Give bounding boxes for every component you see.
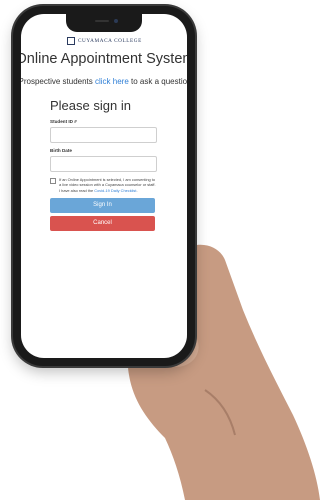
birth-date-input[interactable] [50, 156, 157, 172]
page-title: Online Appointment System [21, 51, 187, 67]
consent-checkbox[interactable] [50, 178, 56, 184]
phone-frame: CUYAMACA COLLEGE Online Appointment Syst… [13, 6, 195, 366]
covid-checklist-link[interactable]: Covid-19 Daily Checklist [94, 188, 136, 193]
student-id-label: Student ID # [50, 119, 77, 124]
student-id-input[interactable] [50, 127, 157, 143]
logo-text: CUYAMACA COLLEGE [78, 38, 142, 44]
form-heading: Please sign in [50, 98, 131, 113]
phone-screen: CUYAMACA COLLEGE Online Appointment Syst… [21, 14, 187, 358]
consent-text: If an Online Appointment is selected, I … [59, 177, 157, 193]
subtitle-prefix: Prospective students [21, 77, 95, 86]
cancel-button[interactable]: Cancel [50, 215, 155, 231]
birth-date-label: Birth Date [50, 148, 72, 153]
front-camera [114, 19, 118, 23]
prospective-students-note: Prospective students click here to ask a… [21, 77, 187, 86]
logo-icon [67, 37, 75, 45]
speaker-grille [95, 20, 109, 22]
consent-row: If an Online Appointment is selected, I … [50, 177, 157, 193]
sign-in-button[interactable]: Sign In [50, 197, 155, 213]
phone-notch [66, 14, 142, 32]
click-here-link[interactable]: click here [95, 77, 129, 86]
college-logo: CUYAMACA COLLEGE [67, 36, 142, 46]
sign-in-form: Please sign in Student ID # Birth Date I… [50, 98, 157, 231]
subtitle-suffix: to ask a question [128, 77, 187, 86]
consent-text-end: . [136, 187, 138, 193]
